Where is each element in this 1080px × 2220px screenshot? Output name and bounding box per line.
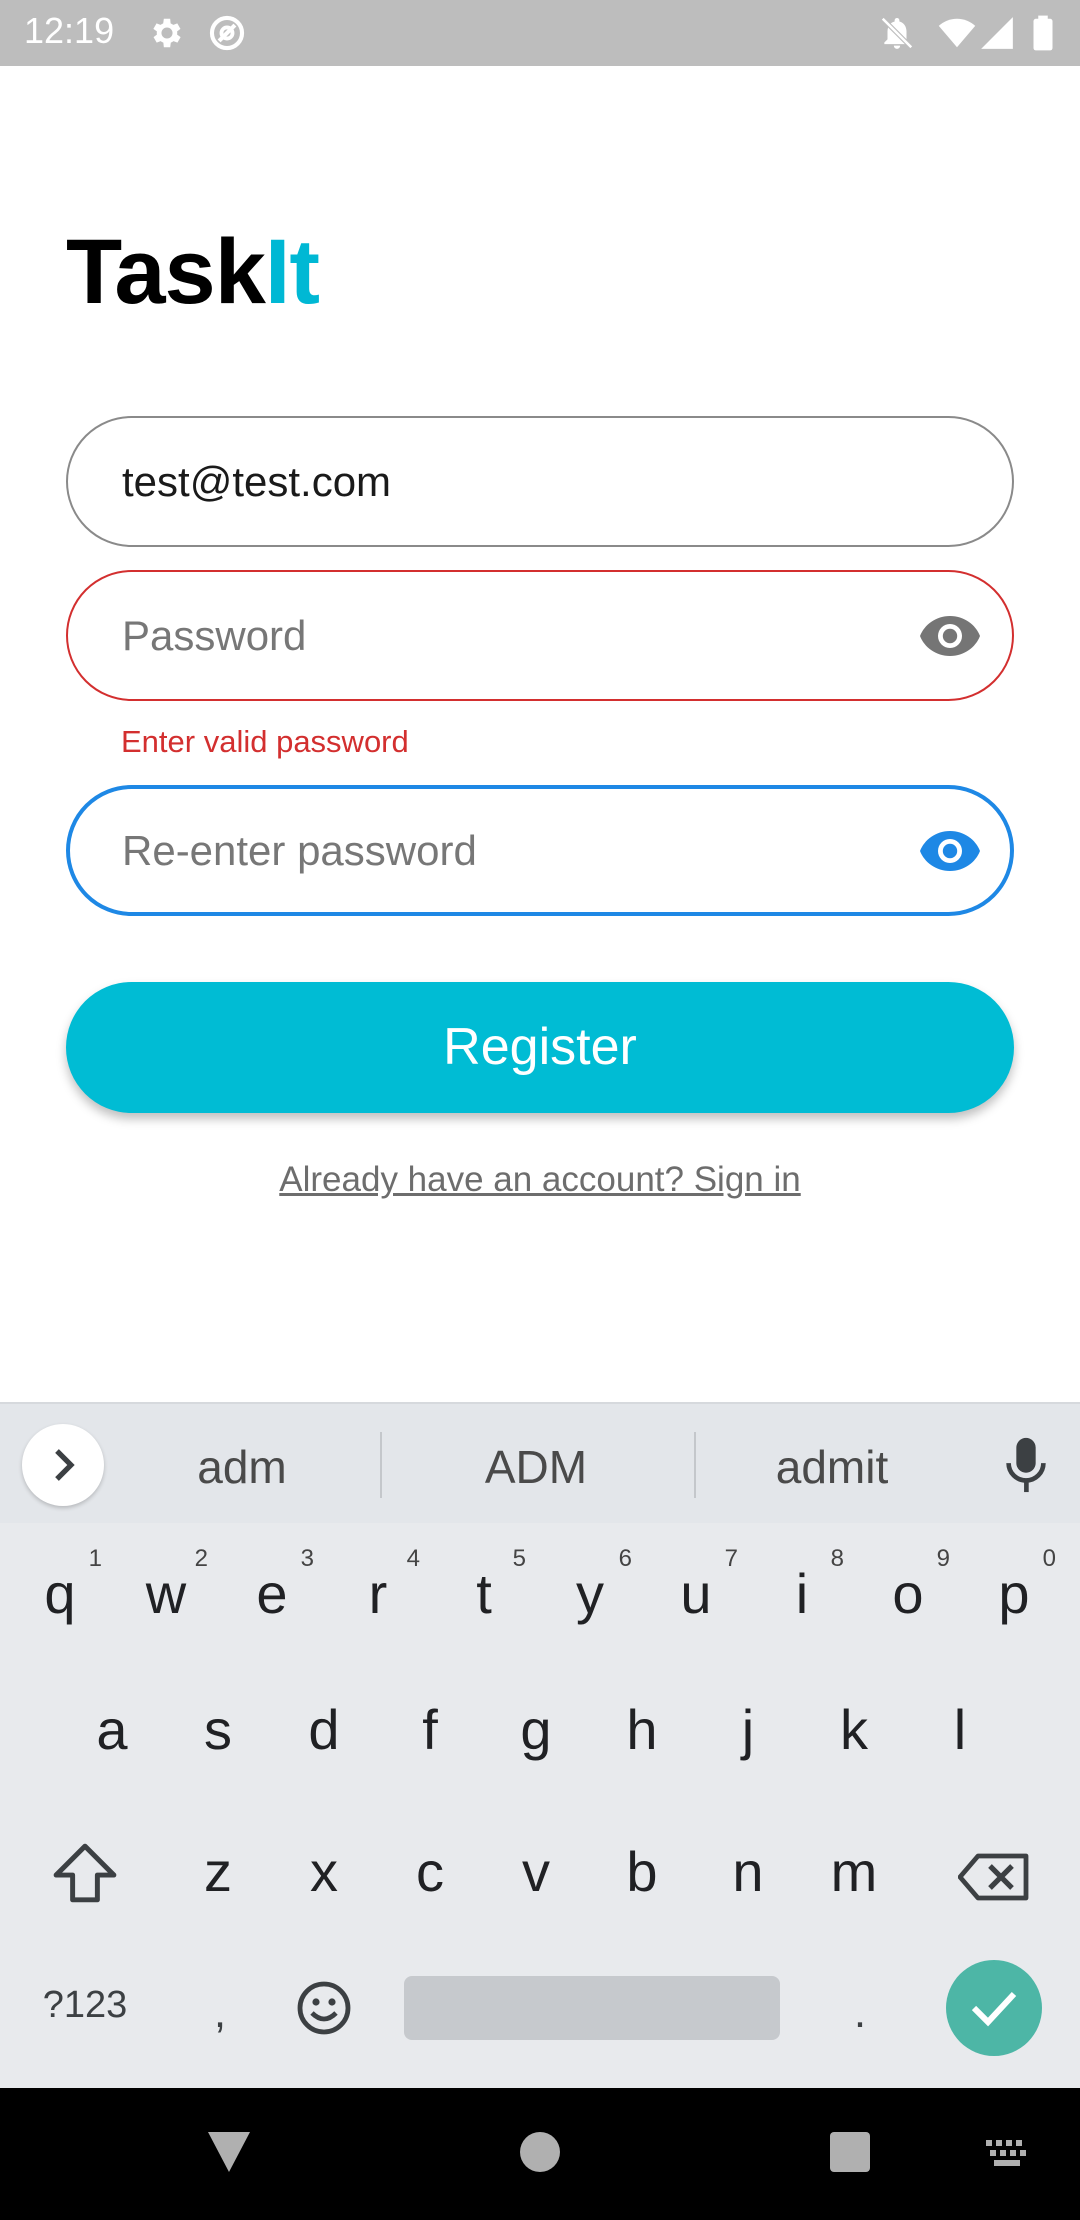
key-label: o [892, 1562, 924, 1625]
key-q[interactable]: q1 [10, 1544, 110, 1644]
status-time: 12:19 [24, 10, 115, 51]
symbols-key[interactable]: ?123 [30, 1984, 140, 2027]
signin-link[interactable]: Already have an account? Sign in [0, 1160, 1080, 1200]
key-u[interactable]: u7 [646, 1544, 746, 1644]
suggestion-item[interactable]: ADM [406, 1440, 666, 1494]
logo-text-task: Task [66, 221, 266, 323]
mic-icon[interactable] [1004, 1436, 1048, 1494]
repassword-placeholder: Re-enter password [122, 826, 477, 874]
key-e[interactable]: e3 [222, 1544, 322, 1644]
suggestion-bar: adm ADM admit [0, 1402, 1080, 1523]
key-hint: 1 [88, 1545, 102, 1572]
at-sign-icon [209, 15, 245, 51]
key-p[interactable]: p0 [964, 1544, 1064, 1644]
space-key[interactable] [404, 1976, 780, 2040]
password-error: Enter valid password [121, 724, 409, 759]
key-hint: 5 [512, 1545, 526, 1572]
key-comma[interactable]: , [200, 1988, 240, 2038]
recents-square-icon[interactable] [828, 2130, 872, 2174]
status-bar: 12:19 [0, 0, 1080, 66]
suggestion-divider [694, 1432, 696, 1498]
checkmark-icon [971, 1991, 1017, 2027]
key-v[interactable]: v [486, 1822, 586, 1922]
key-n[interactable]: n [698, 1822, 798, 1922]
key-a[interactable]: a [62, 1680, 162, 1780]
signal-icon [981, 17, 1013, 49]
key-k[interactable]: k [804, 1680, 904, 1780]
key-x[interactable]: x [274, 1822, 374, 1922]
suggestion-divider [380, 1432, 382, 1498]
key-label: y [576, 1562, 604, 1625]
password-placeholder: Password [122, 611, 307, 659]
key-hint: 7 [724, 1545, 738, 1572]
key-g[interactable]: g [486, 1680, 586, 1780]
key-f[interactable]: f [380, 1680, 480, 1780]
key-hint: 6 [618, 1545, 632, 1572]
register-button[interactable]: Register [66, 982, 1014, 1113]
key-y[interactable]: y6 [540, 1544, 640, 1644]
key-w[interactable]: w2 [116, 1544, 216, 1644]
app-logo: TaskIt [66, 221, 320, 323]
keyboard: adm ADM admit q1 w2 e3 r4 t5 y6 u7 i8 o9… [0, 1402, 1080, 2088]
gear-icon [153, 18, 181, 48]
email-field[interactable]: test@test.com [66, 416, 1014, 547]
key-hint: 0 [1042, 1545, 1056, 1572]
key-j[interactable]: j [698, 1680, 798, 1780]
keyboard-icon[interactable] [984, 2138, 1030, 2168]
key-t[interactable]: t5 [434, 1544, 534, 1644]
key-l[interactable]: l [910, 1680, 1010, 1780]
home-circle-icon[interactable] [518, 2130, 562, 2174]
key-m[interactable]: m [804, 1822, 904, 1922]
emoji-icon[interactable] [296, 1980, 352, 2036]
wifi-icon [938, 18, 976, 48]
suggestion-item[interactable]: adm [112, 1440, 372, 1494]
password-field[interactable]: Password [66, 570, 1014, 701]
key-z[interactable]: z [168, 1822, 268, 1922]
key-label: u [680, 1562, 712, 1625]
key-label: r [368, 1562, 388, 1625]
logo-text-it: It [264, 221, 320, 323]
key-hint: 8 [830, 1545, 844, 1572]
key-hint: 3 [300, 1545, 314, 1572]
key-d[interactable]: d [274, 1680, 374, 1780]
key-hint: 4 [406, 1545, 420, 1572]
back-triangle-icon[interactable] [206, 2130, 252, 2174]
key-label: q [44, 1562, 76, 1625]
key-hint: 9 [936, 1545, 950, 1572]
key-label: w [145, 1562, 187, 1625]
email-value: test@test.com [122, 457, 392, 505]
navigation-bar [0, 2088, 1080, 2220]
key-b[interactable]: b [592, 1822, 692, 1922]
key-label: p [998, 1562, 1030, 1625]
key-h[interactable]: h [592, 1680, 692, 1780]
key-r[interactable]: r4 [328, 1544, 428, 1644]
key-hint: 2 [194, 1545, 208, 1572]
key-label: e [256, 1562, 288, 1625]
key-period[interactable]: . [840, 1988, 880, 2038]
expand-suggestions-button[interactable] [22, 1424, 104, 1506]
battery-icon [1033, 15, 1053, 51]
key-label: i [795, 1562, 809, 1625]
enter-key[interactable] [946, 1960, 1042, 2056]
key-s[interactable]: s [168, 1680, 268, 1780]
suggestion-item[interactable]: admit [702, 1440, 962, 1494]
key-i[interactable]: i8 [752, 1544, 852, 1644]
notifications-off-icon [881, 17, 913, 49]
key-label: t [476, 1562, 492, 1625]
key-c[interactable]: c [380, 1822, 480, 1922]
backspace-icon[interactable] [958, 1852, 1030, 1902]
key-o[interactable]: o9 [858, 1544, 958, 1644]
shift-icon[interactable] [52, 1842, 118, 1904]
repassword-field[interactable]: Re-enter password [66, 785, 1014, 916]
eye-icon[interactable] [918, 614, 982, 658]
chevron-right-icon [55, 1449, 75, 1481]
eye-icon[interactable] [918, 829, 982, 873]
